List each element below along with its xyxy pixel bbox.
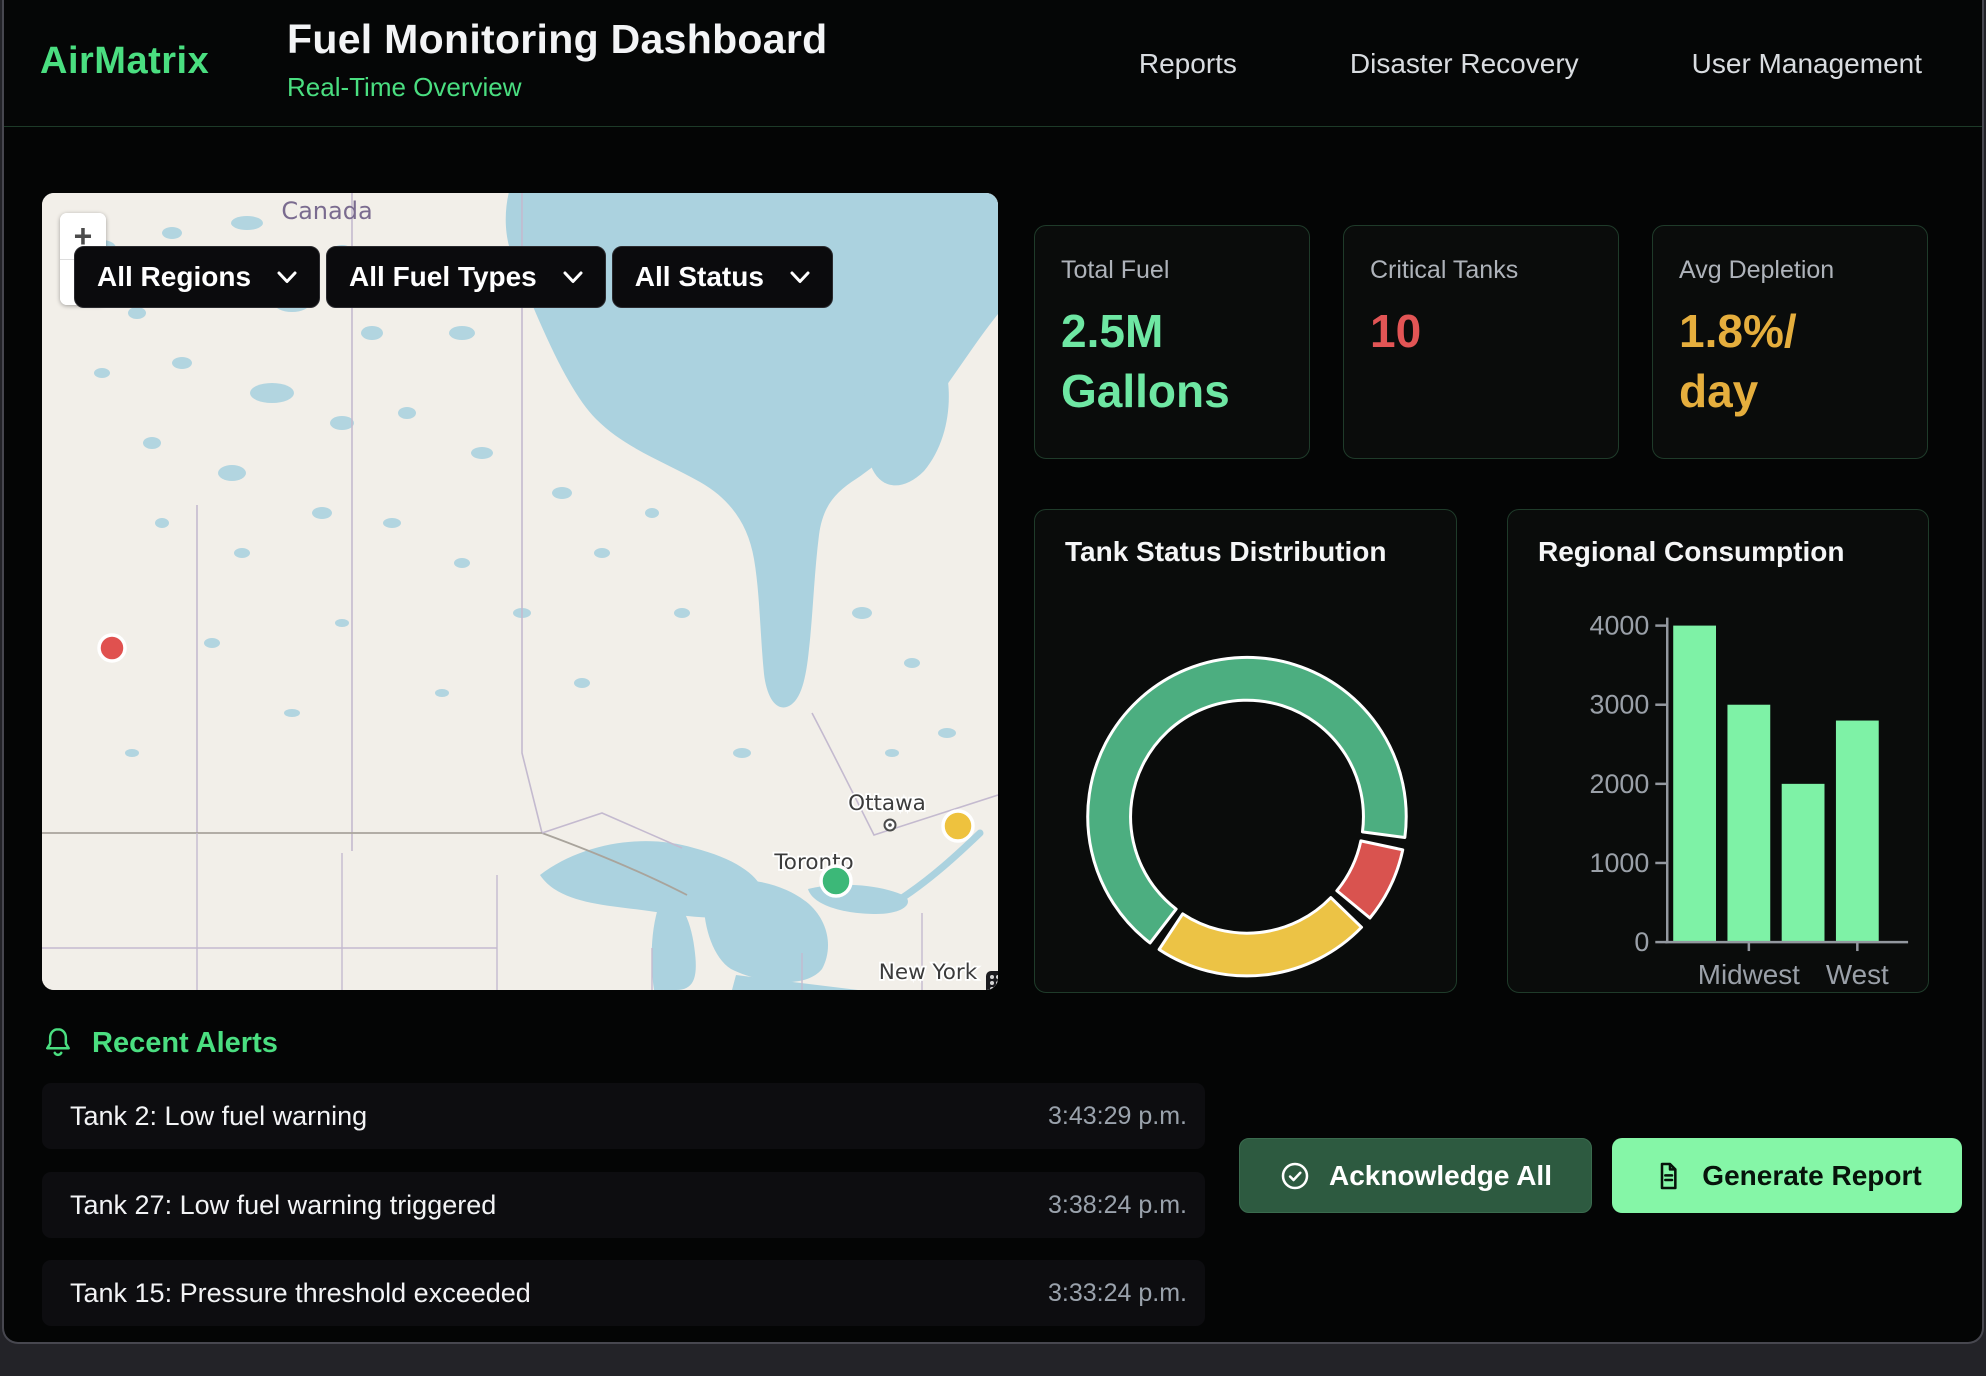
map-canvas[interactable]: CanadaOttawaTorontoNew York bbox=[42, 193, 998, 990]
alert-row-2[interactable]: Tank 15: Pressure threshold exceeded 3:33… bbox=[42, 1260, 1205, 1326]
map-panel[interactable]: CanadaOttawaTorontoNew York + − All Regi… bbox=[42, 193, 998, 990]
svg-text:Midwest: Midwest bbox=[1698, 959, 1800, 990]
donut-segment-yellow[interactable] bbox=[1159, 898, 1361, 976]
filter-all-regions[interactable]: All Regions bbox=[74, 246, 320, 308]
nav-item-reports[interactable]: Reports bbox=[1139, 48, 1237, 80]
svg-text:1000: 1000 bbox=[1590, 848, 1650, 878]
regional-consumption-card: Regional Consumption 01000200030004000Mi… bbox=[1507, 509, 1929, 993]
alert-message: Tank 2: Low fuel warning bbox=[70, 1101, 367, 1132]
stat-card-total-fuel: Total Fuel2.5MGallons bbox=[1034, 225, 1310, 459]
app-header: AirMatrix Fuel Monitoring Dashboard Real… bbox=[4, 0, 1982, 127]
bell-icon bbox=[42, 1026, 74, 1060]
map-label-new-york: New York bbox=[879, 960, 978, 985]
chevron-down-icon bbox=[790, 271, 810, 284]
filter-all-fuel-types[interactable]: All Fuel Types bbox=[326, 246, 606, 308]
tank-status-donut-chart[interactable] bbox=[1035, 510, 1456, 992]
generate-report-button[interactable]: Generate Report bbox=[1612, 1138, 1962, 1213]
bar-1[interactable] bbox=[1727, 705, 1770, 942]
map-label-country: Canada bbox=[281, 197, 372, 225]
main-nav: Reports Disaster Recovery User Management bbox=[1139, 0, 1922, 127]
page-subtitle: Real-Time Overview bbox=[287, 72, 827, 103]
alert-message: Tank 15: Pressure threshold exceeded bbox=[70, 1278, 531, 1309]
tank-status-card: Tank Status Distribution bbox=[1034, 509, 1457, 993]
alerts-header: Recent Alerts bbox=[42, 1026, 278, 1060]
alert-message: Tank 27: Low fuel warning triggered bbox=[70, 1190, 496, 1221]
svg-text:0: 0 bbox=[1634, 927, 1649, 957]
svg-text:West: West bbox=[1826, 959, 1889, 990]
chevron-down-icon bbox=[563, 271, 583, 284]
map-label-ottawa: Ottawa bbox=[848, 791, 926, 816]
check-circle-icon bbox=[1279, 1160, 1311, 1192]
stat-card-avg-depletion: Avg Depletion1.8%/day bbox=[1652, 225, 1928, 459]
generate-report-label: Generate Report bbox=[1702, 1160, 1921, 1192]
svg-text:4000: 4000 bbox=[1590, 611, 1650, 641]
svg-text:2000: 2000 bbox=[1590, 769, 1650, 799]
page-title: Fuel Monitoring Dashboard bbox=[287, 16, 827, 63]
chevron-down-icon bbox=[277, 271, 297, 284]
tank-marker-2[interactable] bbox=[821, 866, 851, 896]
alert-row-0[interactable]: Tank 2: Low fuel warning 3:43:29 p.m. bbox=[42, 1083, 1205, 1149]
tank-marker-0[interactable] bbox=[99, 635, 125, 661]
bar-2[interactable] bbox=[1782, 784, 1825, 942]
title-block: Fuel Monitoring Dashboard Real-Time Over… bbox=[287, 16, 827, 103]
stat-value: 10 bbox=[1370, 301, 1618, 361]
regional-consumption-bar-chart[interactable]: 0 1000 2000 3000 4000 Midwest West bbox=[1508, 510, 1928, 992]
bar-0[interactable] bbox=[1673, 626, 1716, 942]
filter-all-status[interactable]: All Status bbox=[612, 246, 833, 308]
nav-item-user-management[interactable]: User Management bbox=[1692, 48, 1922, 80]
stat-value: 1.8%/day bbox=[1679, 301, 1927, 421]
brand-logo[interactable]: AirMatrix bbox=[40, 40, 209, 83]
donut-segment-red[interactable] bbox=[1337, 841, 1403, 918]
stat-value: 2.5MGallons bbox=[1061, 301, 1309, 421]
alert-row-1[interactable]: Tank 27: Low fuel warning triggered 3:38:… bbox=[42, 1172, 1205, 1238]
alert-timestamp: 3:33:24 p.m. bbox=[1048, 1279, 1187, 1308]
tank-marker-1[interactable] bbox=[943, 811, 973, 841]
alert-timestamp: 3:43:29 p.m. bbox=[1048, 1102, 1187, 1131]
svg-text:3000: 3000 bbox=[1590, 690, 1650, 720]
app-window: AirMatrix Fuel Monitoring Dashboard Real… bbox=[2, 0, 1984, 1344]
map-filter-bar: All RegionsAll Fuel TypesAll Status bbox=[74, 246, 833, 308]
document-icon bbox=[1652, 1160, 1684, 1192]
drag-handle-icon[interactable] bbox=[986, 971, 998, 990]
alert-timestamp: 3:38:24 p.m. bbox=[1048, 1191, 1187, 1220]
acknowledge-all-label: Acknowledge All bbox=[1329, 1160, 1552, 1192]
nav-item-disaster-recovery[interactable]: Disaster Recovery bbox=[1350, 48, 1579, 80]
alerts-title: Recent Alerts bbox=[92, 1027, 278, 1060]
acknowledge-all-button[interactable]: Acknowledge All bbox=[1239, 1138, 1592, 1213]
stat-card-critical-tanks: Critical Tanks10 bbox=[1343, 225, 1619, 459]
bar-3[interactable] bbox=[1836, 721, 1879, 943]
